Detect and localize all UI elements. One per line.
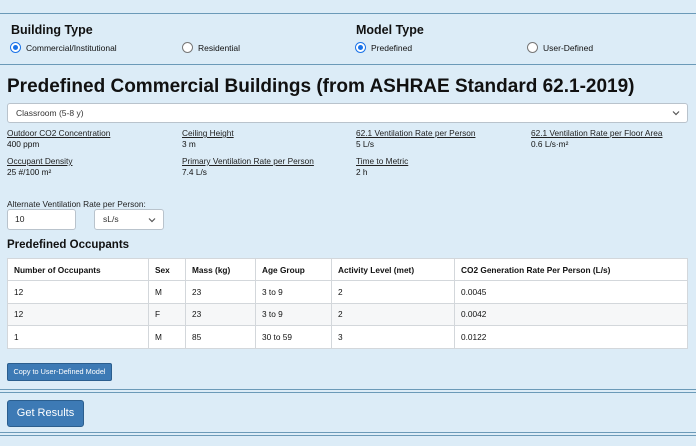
field-label: Ceiling Height xyxy=(182,128,234,138)
chevron-down-icon xyxy=(672,111,680,116)
radio-predefined[interactable]: Predefined xyxy=(355,42,412,53)
field-vent-rate-person: 62.1 Ventilation Rate per Person 5 L/s xyxy=(356,128,475,150)
field-outdoor-co2: Outdoor CO2 Concentration 400 ppm xyxy=(7,128,110,150)
building-select[interactable]: Classroom (5-8 y) xyxy=(7,103,688,123)
table-cell: 1 xyxy=(7,325,149,349)
bottom-divider-2 xyxy=(0,392,696,393)
column-header: Sex xyxy=(148,258,186,281)
bottom-divider-4 xyxy=(0,435,696,436)
radio-selected-icon[interactable] xyxy=(10,42,21,53)
table-cell: 85 xyxy=(185,325,256,349)
building-select-value: Classroom (5-8 y) xyxy=(16,108,84,118)
column-header: Mass (kg) xyxy=(185,258,256,281)
top-divider xyxy=(0,13,696,14)
copy-to-user-defined-button[interactable]: Copy to User-Defined Model xyxy=(7,363,112,381)
field-value: 25 #/100 m² xyxy=(7,167,52,177)
field-value: 0.6 L/s·m² xyxy=(531,139,569,149)
table-cell: 12 xyxy=(7,280,149,304)
field-label: Time to Metric xyxy=(356,156,409,166)
table-cell: 12 xyxy=(7,302,149,326)
bottom-divider-3 xyxy=(0,432,696,433)
field-label: 62.1 Ventilation Rate per Person xyxy=(356,128,476,138)
field-primary-vent-rate: Primary Ventilation Rate per Person 7.4 … xyxy=(182,156,314,178)
table-cell: 2 xyxy=(331,280,455,304)
chevron-down-icon xyxy=(148,218,156,223)
field-occupant-density: Occupant Density 25 #/100 m² xyxy=(7,156,72,178)
field-ceiling-height: Ceiling Height 3 m xyxy=(182,128,234,150)
field-label: Outdoor CO2 Concentration xyxy=(7,128,111,138)
table-cell: 30 to 59 xyxy=(255,325,332,349)
field-value: 400 ppm xyxy=(7,139,40,149)
occupants-table: Number of Occupants Sex Mass (kg) Age Gr… xyxy=(7,258,688,349)
field-value: 2 h xyxy=(356,167,368,177)
radio-residential[interactable]: Residential xyxy=(182,42,240,53)
radio-unselected-icon[interactable] xyxy=(182,42,193,53)
options-divider xyxy=(0,64,696,65)
alternate-unit-select[interactable]: sL/s xyxy=(94,209,164,230)
table-header-row: Number of Occupants Sex Mass (kg) Age Gr… xyxy=(7,258,688,281)
table-cell: 23 xyxy=(185,280,256,304)
table-cell: M xyxy=(148,325,186,349)
table-cell: 3 to 9 xyxy=(255,302,332,326)
radio-selected-icon[interactable] xyxy=(355,42,366,53)
radio-commercial[interactable]: Commercial/Institutional xyxy=(10,42,117,53)
field-value: 7.4 L/s xyxy=(182,167,207,177)
column-header: Age Group xyxy=(255,258,332,281)
field-vent-rate-area: 62.1 Ventilation Rate per Floor Area 0.6… xyxy=(531,128,662,150)
table-row: 1 M 85 30 to 59 3 0.0122 xyxy=(7,325,688,349)
radio-residential-label: Residential xyxy=(198,42,241,53)
table-row: 12 M 23 3 to 9 2 0.0045 xyxy=(7,280,688,304)
table-cell: 0.0045 xyxy=(454,280,688,304)
alternate-unit-value: sL/s xyxy=(103,214,119,224)
table-cell: 0.0122 xyxy=(454,325,688,349)
table-cell: F xyxy=(148,302,186,326)
table-cell: M xyxy=(148,280,186,304)
radio-user-defined-label: User-Defined xyxy=(543,42,594,53)
bottom-divider-1 xyxy=(0,389,696,390)
field-value: 3 m xyxy=(182,139,196,149)
table-row: 12 F 23 3 to 9 2 0.0042 xyxy=(7,302,688,326)
radio-commercial-label: Commercial/Institutional xyxy=(26,42,117,53)
alternate-vent-input[interactable]: 10 xyxy=(7,209,76,230)
building-type-heading: Building Type xyxy=(11,23,93,37)
alternate-vent-label: Alternate Ventilation Rate per Person: xyxy=(7,199,146,209)
radio-unselected-icon[interactable] xyxy=(527,42,538,53)
page-title: Predefined Commercial Buildings (from AS… xyxy=(7,76,635,97)
field-label: 62.1 Ventilation Rate per Floor Area xyxy=(531,128,663,138)
column-header: CO2 Generation Rate Per Person (L/s) xyxy=(454,258,688,281)
table-cell: 0.0042 xyxy=(454,302,688,326)
table-cell: 3 xyxy=(331,325,455,349)
radio-predefined-label: Predefined xyxy=(371,42,413,53)
table-cell: 2 xyxy=(331,302,455,326)
table-cell: 23 xyxy=(185,302,256,326)
model-type-heading: Model Type xyxy=(356,23,424,37)
field-time-to-metric: Time to Metric 2 h xyxy=(356,156,408,178)
field-label: Occupant Density xyxy=(7,156,73,166)
get-results-button[interactable]: Get Results xyxy=(7,400,84,427)
occupants-heading: Predefined Occupants xyxy=(7,239,130,251)
radio-user-defined[interactable]: User-Defined xyxy=(527,42,593,53)
field-label: Primary Ventilation Rate per Person xyxy=(182,156,314,166)
table-cell: 3 to 9 xyxy=(255,280,332,304)
column-header: Number of Occupants xyxy=(7,258,149,281)
column-header: Activity Level (met) xyxy=(331,258,455,281)
field-value: 5 L/s xyxy=(356,139,374,149)
